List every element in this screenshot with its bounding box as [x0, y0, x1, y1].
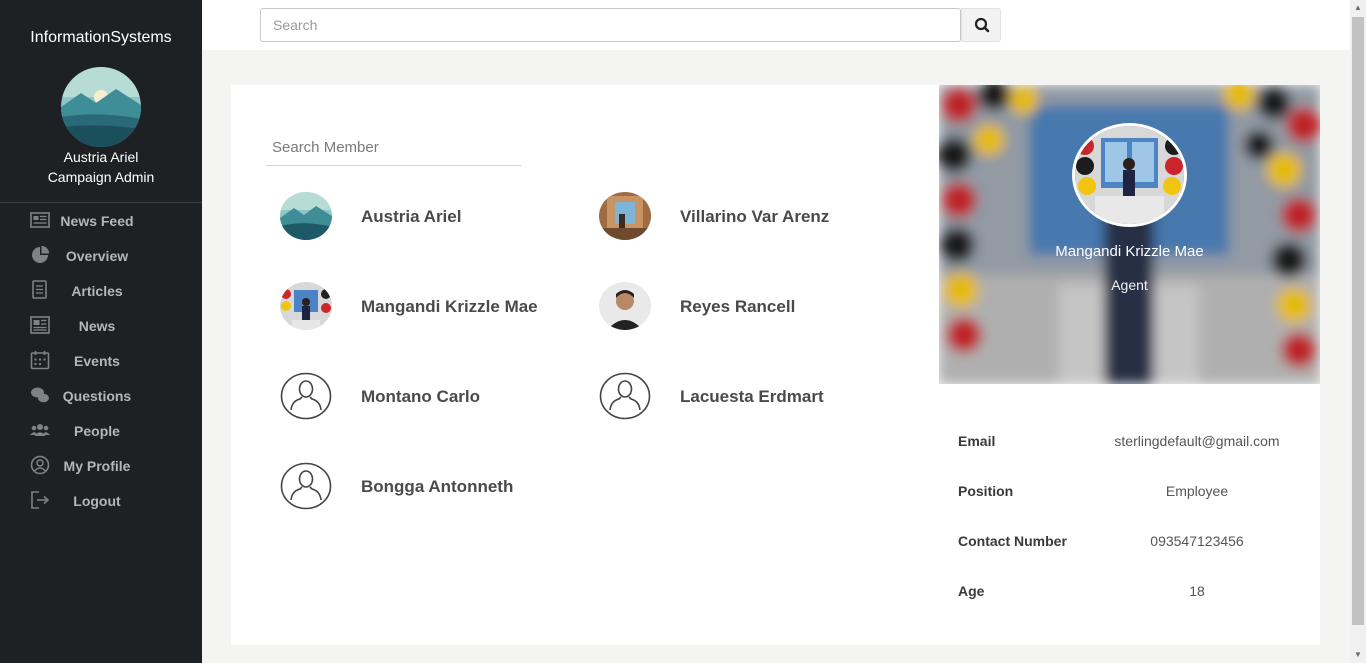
- sidebar-item-articles[interactable]: Articles: [0, 273, 202, 308]
- sidebar-item-news[interactable]: News: [0, 308, 202, 343]
- logout-icon: [31, 491, 50, 509]
- default-user-icon: [280, 372, 332, 420]
- sidebar-item-label: News: [78, 318, 116, 334]
- member-name: Villarino Var Arenz: [680, 207, 830, 226]
- member-name: Montano Carlo: [361, 387, 480, 406]
- sidebar-item-label: People: [74, 423, 120, 439]
- avatar: [280, 282, 332, 330]
- newspaper-icon: [30, 212, 50, 228]
- members-panel: Austria Ariel Villarino Var Arenz Mangan…: [231, 85, 939, 645]
- chat-bubbles-icon: [31, 387, 49, 403]
- brand-title: InformationSystems: [30, 29, 172, 46]
- age-label: Age: [958, 583, 985, 599]
- scroll-down-arrow-icon[interactable]: ▼: [1350, 647, 1366, 663]
- sidebar-item-questions[interactable]: Questions: [0, 378, 202, 413]
- sidebar-item-my-profile[interactable]: My Profile: [0, 448, 202, 483]
- member-item[interactable]: Montano Carlo: [280, 372, 580, 422]
- position-value: Employee: [1165, 483, 1229, 499]
- sidebar-item-label: Overview: [65, 248, 129, 264]
- member-item[interactable]: Mangandi Krizzle Mae: [280, 282, 580, 332]
- default-user-icon: [599, 372, 651, 420]
- member-item[interactable]: Lacuesta Erdmart: [599, 372, 899, 422]
- sidebar-item-label: Questions: [62, 388, 132, 404]
- sidebar-item-overview[interactable]: Overview: [0, 238, 202, 273]
- search-icon: [974, 17, 990, 33]
- sidebar-item-label: Events: [74, 353, 120, 369]
- age-value: 18: [1189, 583, 1205, 599]
- user-circle-icon: [30, 455, 50, 475]
- position-label: Position: [958, 483, 1014, 499]
- pie-chart-icon: [32, 245, 50, 263]
- member-search-input[interactable]: [266, 130, 521, 166]
- scroll-up-arrow-icon[interactable]: ▲: [1350, 0, 1366, 16]
- sidebar-item-news-feed[interactable]: News Feed: [0, 203, 202, 238]
- profile-cover: Mangandi Krizzle Mae Agent: [939, 85, 1320, 384]
- email-value: sterlingdefault@gmail.com: [1114, 433, 1280, 449]
- user-role: Campaign Admin: [47, 169, 155, 185]
- email-label: Email: [958, 433, 996, 449]
- search-button[interactable]: [961, 8, 1001, 42]
- profile-role: Agent: [1111, 277, 1148, 293]
- sidebar: InformationSystems Austria Ariel Campaig…: [0, 0, 202, 663]
- sidebar-item-people[interactable]: People: [0, 413, 202, 448]
- member-name: Bongga Antonneth: [361, 477, 514, 496]
- member-item[interactable]: Reyes Rancell: [599, 282, 899, 332]
- sidebar-item-events[interactable]: Events: [0, 343, 202, 378]
- avatar: [280, 192, 332, 240]
- sidebar-item-label: My Profile: [63, 458, 131, 474]
- document-icon: [32, 280, 47, 299]
- sidebar-item-label: News Feed: [60, 213, 134, 229]
- profile-avatar[interactable]: [1072, 123, 1187, 227]
- member-name: Lacuesta Erdmart: [680, 387, 824, 406]
- avatar: [599, 282, 651, 330]
- user-avatar[interactable]: [61, 67, 141, 147]
- user-name: Austria Ariel: [63, 149, 139, 165]
- calendar-icon: [30, 351, 50, 370]
- scroll-thumb[interactable]: [1352, 17, 1364, 625]
- news-icon: [30, 316, 50, 334]
- contact-number-value: 093547123456: [1150, 533, 1244, 549]
- member-item[interactable]: Villarino Var Arenz: [599, 192, 899, 242]
- sidebar-item-label: Logout: [73, 493, 121, 509]
- member-name: Reyes Rancell: [680, 297, 796, 316]
- people-icon: [30, 424, 50, 436]
- sidebar-item-logout[interactable]: Logout: [0, 483, 202, 518]
- member-name: Mangandi Krizzle Mae: [361, 297, 538, 316]
- search-input[interactable]: [260, 8, 961, 42]
- profile-name: Mangandi Krizzle Mae: [1055, 243, 1204, 260]
- sidebar-item-label: Articles: [71, 283, 123, 299]
- top-bar: [202, 0, 1350, 50]
- page-scrollbar[interactable]: ▲ ▼: [1350, 0, 1366, 663]
- default-user-icon: [280, 462, 332, 510]
- member-name: Austria Ariel: [361, 207, 462, 226]
- profile-panel: Mangandi Krizzle Mae Agent Email sterlin…: [939, 85, 1320, 645]
- member-item[interactable]: Austria Ariel: [280, 192, 580, 242]
- member-item[interactable]: Bongga Antonneth: [280, 462, 580, 512]
- avatar: [599, 192, 651, 240]
- contact-number-label: Contact Number: [958, 533, 1067, 549]
